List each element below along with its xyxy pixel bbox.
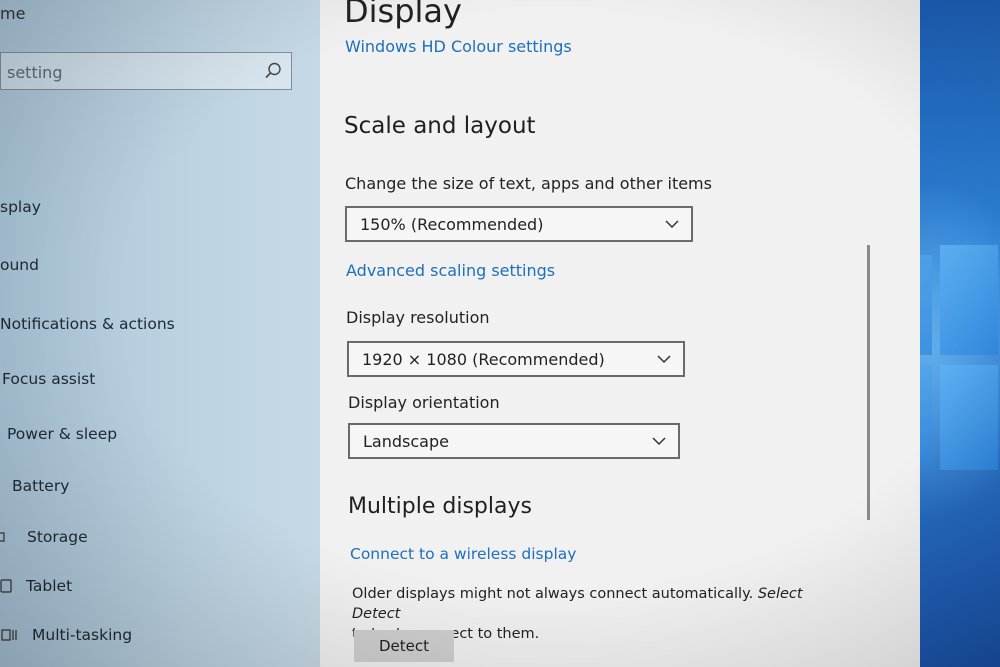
sidebar-item-label: Focus assist — [2, 370, 96, 388]
tablet-icon — [0, 579, 12, 593]
search-box[interactable] — [0, 52, 292, 90]
chevron-down-icon — [657, 355, 671, 364]
scale-layout-heading: Scale and layout — [344, 113, 536, 139]
sidebar-item-battery[interactable]: Battery — [12, 471, 69, 501]
home-label[interactable]: me — [0, 4, 25, 23]
sidebar-item-label: splay — [0, 198, 41, 216]
orientation-dropdown-value: Landscape — [363, 432, 449, 451]
page-title: Display — [344, 0, 462, 30]
sidebar-item-display[interactable]: splay — [0, 192, 41, 222]
scrollbar[interactable] — [867, 245, 870, 520]
chevron-down-icon — [652, 437, 666, 446]
chevron-down-icon — [665, 220, 679, 229]
sidebar-item-label: Notifications & actions — [0, 315, 175, 333]
resolution-dropdown[interactable]: 1920 × 1080 (Recommended) — [347, 341, 685, 377]
sidebar-item-label: Storage — [27, 528, 88, 546]
sidebar-item-multitasking[interactable]: Multi-tasking — [0, 620, 132, 650]
wireless-display-link[interactable]: Connect to a wireless display — [350, 545, 576, 563]
windows-logo-pane — [940, 245, 998, 355]
display-settings-page: Display Windows HD Colour settings Scale… — [320, 0, 920, 667]
scale-dropdown-value: 150% (Recommended) — [360, 215, 544, 234]
sidebar-item-focus-assist[interactable]: Focus assist — [2, 364, 95, 394]
storage-icon — [0, 532, 5, 542]
sidebar-item-label: ound — [0, 256, 39, 274]
sidebar-item-power-sleep[interactable]: Power & sleep — [7, 419, 117, 449]
hd-colour-settings-link[interactable]: Windows HD Colour settings — [345, 37, 572, 56]
resolution-label: Display resolution — [346, 308, 490, 327]
resolution-dropdown-value: 1920 × 1080 (Recommended) — [362, 350, 605, 369]
sidebar-item-label: Battery — [12, 477, 70, 495]
scale-dropdown[interactable]: 150% (Recommended) — [345, 206, 693, 242]
search-icon[interactable] — [263, 61, 283, 81]
detect-info-text-part1: Older displays might not always connect … — [352, 586, 758, 602]
detect-button[interactable]: Detect — [354, 630, 454, 662]
orientation-label: Display orientation — [348, 393, 500, 412]
text-size-label: Change the size of text, apps and other … — [345, 174, 712, 193]
search-input[interactable] — [5, 59, 259, 85]
settings-sidebar: me splay ound Notifications & actions Fo… — [0, 0, 320, 667]
windows-logo-pane — [940, 365, 998, 470]
settings-window: me splay ound Notifications & actions Fo… — [0, 0, 920, 667]
orientation-dropdown[interactable]: Landscape — [348, 423, 680, 459]
advanced-scaling-link[interactable]: Advanced scaling settings — [346, 261, 555, 280]
sidebar-item-tablet[interactable]: Tablet — [0, 571, 72, 601]
sidebar-item-label: Multi-tasking — [32, 626, 133, 644]
sidebar-item-label: Power & sleep — [7, 425, 118, 443]
sidebar-item-sound[interactable]: ound — [0, 250, 39, 280]
multiple-displays-heading: Multiple displays — [348, 494, 532, 519]
sidebar-item-label: Tablet — [26, 577, 73, 595]
sidebar-item-storage[interactable]: Storage — [0, 522, 88, 552]
sidebar-item-notifications[interactable]: Notifications & actions — [0, 309, 175, 339]
multitasking-icon — [1, 629, 17, 641]
